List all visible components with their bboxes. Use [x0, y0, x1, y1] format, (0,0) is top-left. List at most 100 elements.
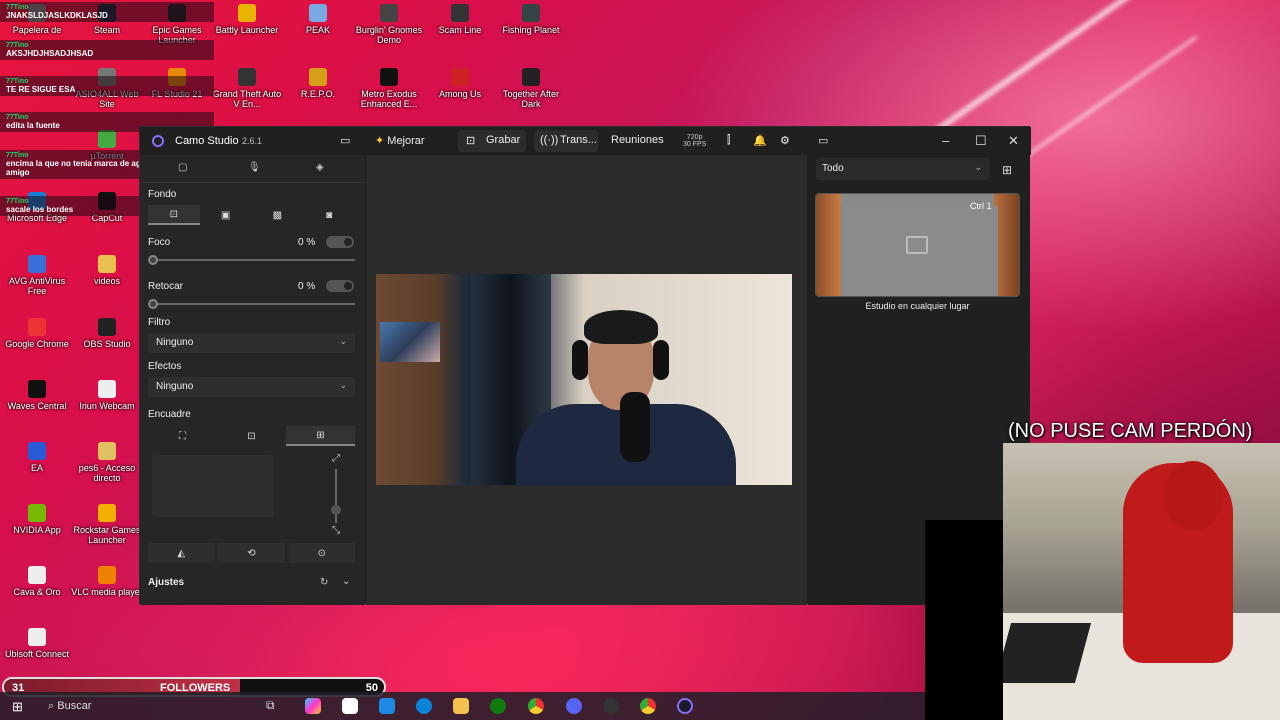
background-replace-option[interactable]: ◙: [303, 205, 355, 225]
store-icon[interactable]: [342, 698, 358, 714]
xbox-icon[interactable]: [490, 698, 506, 714]
framing-manual-option[interactable]: ⛶: [148, 426, 217, 446]
desktop-icon[interactable]: Waves Central: [0, 380, 74, 411]
desktop-icon[interactable]: Iriun Webcam: [70, 380, 144, 411]
webcam-preview[interactable]: [376, 274, 792, 485]
camo-taskbar-icon[interactable]: [677, 698, 693, 714]
app-icon: [28, 380, 46, 398]
desktop-icon[interactable]: Burglin' Gnomes Demo: [352, 4, 426, 45]
chrome-icon[interactable]: [640, 698, 656, 714]
retocar-label: Retocar: [148, 281, 184, 292]
efectos-select[interactable]: Ninguno ⌄: [148, 377, 355, 397]
windows-start-icon[interactable]: ⊞: [12, 699, 23, 715]
desktop-icon[interactable]: PEAK: [281, 4, 355, 35]
layers-tab-icon[interactable]: ◈: [316, 162, 324, 173]
desktop-icon[interactable]: Grand Theft Auto V En...: [210, 68, 284, 109]
zoom-slider[interactable]: [331, 469, 341, 523]
framing-tracking-option[interactable]: ⊞: [286, 426, 355, 446]
sparkle-icon: ✦: [375, 135, 385, 147]
desktop-icon[interactable]: NVIDIA App: [0, 504, 74, 535]
desktop-icon[interactable]: pes6 - Acceso directo: [70, 442, 144, 483]
reset-icon[interactable]: ↻: [320, 577, 328, 588]
desktop-icon[interactable]: VLC media player: [70, 566, 144, 597]
background-remove-option[interactable]: ▩: [252, 205, 304, 225]
desktop-icon-label: EA: [30, 463, 43, 473]
discord-icon[interactable]: [566, 698, 582, 714]
close-icon[interactable]: ✕: [1008, 133, 1019, 149]
transmitir-button[interactable]: ((·)) Trans...: [534, 130, 598, 152]
retocar-toggle[interactable]: [326, 280, 354, 292]
efectos-label: Efectos: [148, 361, 182, 372]
zoom-out-icon[interactable]: ⤡: [332, 525, 340, 536]
background-none-option[interactable]: ⊡: [148, 205, 200, 225]
app-icon: [309, 4, 327, 22]
desktop-icon[interactable]: videos: [70, 255, 144, 286]
layout-icon[interactable]: ⫿: [727, 134, 731, 147]
microphone-tab-icon[interactable]: 🎙: [248, 162, 261, 173]
framing-preview-box[interactable]: [152, 455, 274, 517]
foco-slider[interactable]: [148, 255, 355, 265]
filtro-select[interactable]: Ninguno ⌄: [148, 333, 355, 353]
desktop-icon[interactable]: R.E.P.O.: [281, 68, 355, 99]
grabar-button[interactable]: ⊡ Grabar: [458, 130, 526, 152]
desktop-icon[interactable]: Fishing Planet: [494, 4, 568, 35]
desktop-icon[interactable]: Among Us: [423, 68, 497, 99]
desktop-icon[interactable]: Together After Dark: [494, 68, 568, 109]
grid-view-icon[interactable]: ⊞: [1002, 163, 1012, 177]
scene-thumbnail[interactable]: Ctrl 1: [815, 193, 1020, 297]
obs-icon[interactable]: [603, 698, 619, 714]
desktop-icon[interactable]: EA: [0, 442, 74, 473]
flip-horizontal-button[interactable]: ◭: [148, 543, 215, 563]
zoom-in-icon[interactable]: ⤢: [332, 453, 340, 464]
desktop-icon[interactable]: Metro Exodus Enhanced E...: [352, 68, 426, 109]
reuniones-button[interactable]: Reuniones: [611, 134, 664, 146]
right-panel-toggle-icon[interactable]: ▭: [818, 134, 828, 147]
file-explorer-icon[interactable]: [453, 698, 469, 714]
slider-handle[interactable]: [148, 299, 158, 309]
chat-text: JNAKSLDJASLKDKLASJD: [6, 11, 108, 20]
desktop-icon[interactable]: Cava & Oro: [0, 566, 74, 597]
edge-icon[interactable]: [416, 698, 432, 714]
black-overlay-block: [925, 520, 1005, 720]
camera-tab-icon[interactable]: ▢: [178, 162, 187, 173]
wallpaper-light-streak: [932, 0, 1248, 135]
desktop-icon[interactable]: AVG AntiVirus Free: [0, 255, 74, 296]
resolution-indicator[interactable]: 720p 30 FPS: [683, 134, 706, 148]
maximize-icon[interactable]: ☐: [975, 133, 987, 149]
sidebar-toggle-icon[interactable]: ▭: [340, 134, 350, 147]
notifications-icon[interactable]: 🔔: [753, 134, 767, 147]
settings-gear-icon[interactable]: ⚙: [780, 134, 790, 147]
framing-auto-option[interactable]: ⊡: [217, 426, 286, 446]
desktop-icon-label: Cava & Oro: [13, 587, 61, 597]
mejorar-label: Mejorar: [387, 135, 425, 147]
copilot-icon[interactable]: [305, 698, 321, 714]
minimize-icon[interactable]: –: [942, 133, 949, 148]
chat-text: sacale los bordes: [6, 205, 74, 214]
zoom-slider-handle[interactable]: [331, 505, 341, 515]
desktop-icon[interactable]: Ubisoft Connect: [0, 628, 74, 659]
settings-panel: ▢ 🎙 ◈ Fondo ⊡ ▣ ▩ ◙ Foco 0 % Retocar 0 %…: [140, 155, 365, 605]
chevron-down-icon[interactable]: ⌄: [342, 576, 350, 587]
desktop-icon[interactable]: Scam Line: [423, 4, 497, 35]
task-view-icon[interactable]: ⧉: [266, 698, 282, 714]
scene-filter-select[interactable]: Todo ⌄: [816, 158, 990, 180]
camera-icon: ⊙: [317, 547, 327, 559]
foco-toggle[interactable]: [326, 236, 354, 248]
slider-handle[interactable]: [148, 255, 158, 265]
taskbar-search[interactable]: ⌕ Buscar: [40, 696, 220, 716]
camera-settings-button[interactable]: ⊙: [288, 543, 355, 563]
desktop-icon[interactable]: Google Chrome: [0, 318, 74, 349]
rotate-button[interactable]: ⟲: [218, 543, 285, 563]
app-icon: [238, 68, 256, 86]
retocar-slider[interactable]: [148, 299, 355, 309]
desktop-icon-label: VLC media player: [71, 587, 143, 597]
chrome-icon[interactable]: [528, 698, 544, 714]
desktop-icon[interactable]: OBS Studio: [70, 318, 144, 349]
desktop-icon[interactable]: Rockstar Games Launcher: [70, 504, 144, 545]
window-icon: [906, 236, 928, 254]
mail-icon[interactable]: [379, 698, 395, 714]
framing-mode-selector: ⛶ ⊡ ⊞: [148, 426, 355, 446]
desktop-icon[interactable]: Battly Launcher: [210, 4, 284, 35]
background-blur-option[interactable]: ▣: [200, 205, 252, 225]
mejorar-button[interactable]: ✦ Mejorar: [375, 134, 425, 147]
